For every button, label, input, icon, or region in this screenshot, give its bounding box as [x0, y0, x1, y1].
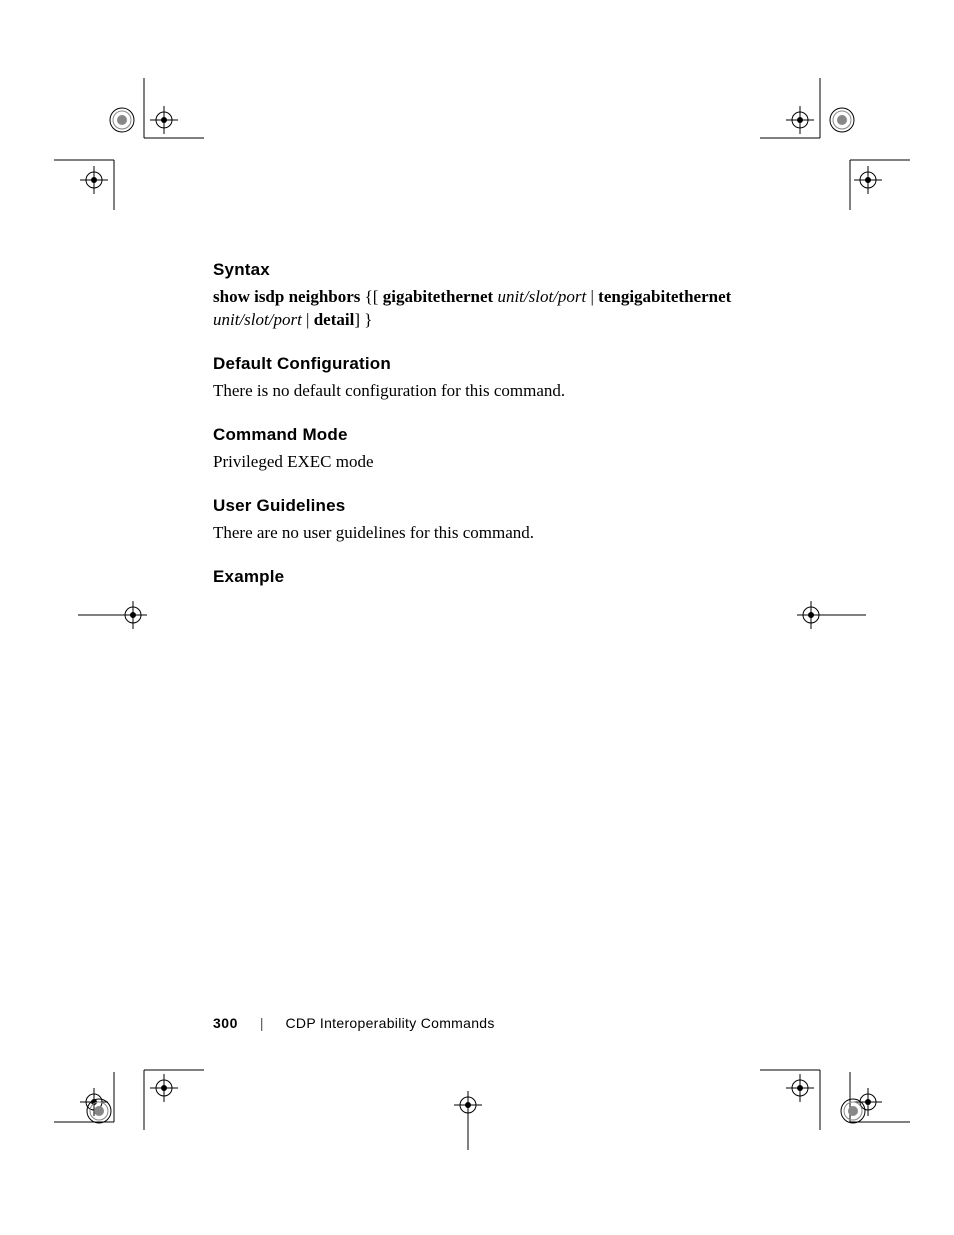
body-command-mode: Privileged EXEC mode [213, 451, 753, 474]
syntax-fragment: ] } [354, 310, 372, 329]
syntax-fragment: unit/slot/port [213, 310, 302, 329]
section-syntax: Syntax show isdp neighbors {[ gigabiteth… [213, 260, 753, 332]
section-example: Example [213, 567, 753, 587]
footer-chapter: CDP Interoperability Commands [286, 1015, 495, 1031]
syntax-fragment: tengigabitethernet [598, 287, 731, 306]
syntax-fragment: | [302, 310, 314, 329]
page-content: Syntax show isdp neighbors {[ gigabiteth… [213, 260, 753, 593]
heading-example: Example [213, 567, 753, 587]
crop-mark-icon [78, 590, 158, 640]
heading-user-guidelines: User Guidelines [213, 496, 753, 516]
syntax-fragment: {[ [360, 287, 382, 306]
crop-ball-icon [838, 1096, 868, 1131]
section-command-mode: Command Mode Privileged EXEC mode [213, 425, 753, 474]
syntax-fragment: show isdp neighbors [213, 287, 360, 306]
crop-mark-icon [54, 140, 174, 210]
syntax-fragment: unit/slot/port [497, 287, 586, 306]
section-default-config: Default Configuration There is no defaul… [213, 354, 753, 403]
footer-separator: | [260, 1015, 264, 1031]
syntax-body: show isdp neighbors {[ gigabitethernet u… [213, 286, 753, 332]
crop-mark-icon [786, 590, 866, 640]
body-default-config: There is no default configuration for th… [213, 380, 753, 403]
heading-command-mode: Command Mode [213, 425, 753, 445]
crop-mark-icon [438, 1080, 498, 1150]
heading-syntax: Syntax [213, 260, 753, 280]
page-number: 300 [213, 1015, 238, 1031]
syntax-fragment: gigabitethernet [383, 287, 493, 306]
syntax-fragment: | [586, 287, 598, 306]
heading-default-config: Default Configuration [213, 354, 753, 374]
body-user-guidelines: There are no user guidelines for this co… [213, 522, 753, 545]
section-user-guidelines: User Guidelines There are no user guidel… [213, 496, 753, 545]
page-footer: 300 | CDP Interoperability Commands [213, 1015, 495, 1031]
crop-ball-icon [84, 1096, 114, 1131]
crop-mark-icon [54, 1072, 174, 1152]
syntax-fragment: detail [314, 310, 355, 329]
crop-mark-icon [790, 140, 910, 210]
